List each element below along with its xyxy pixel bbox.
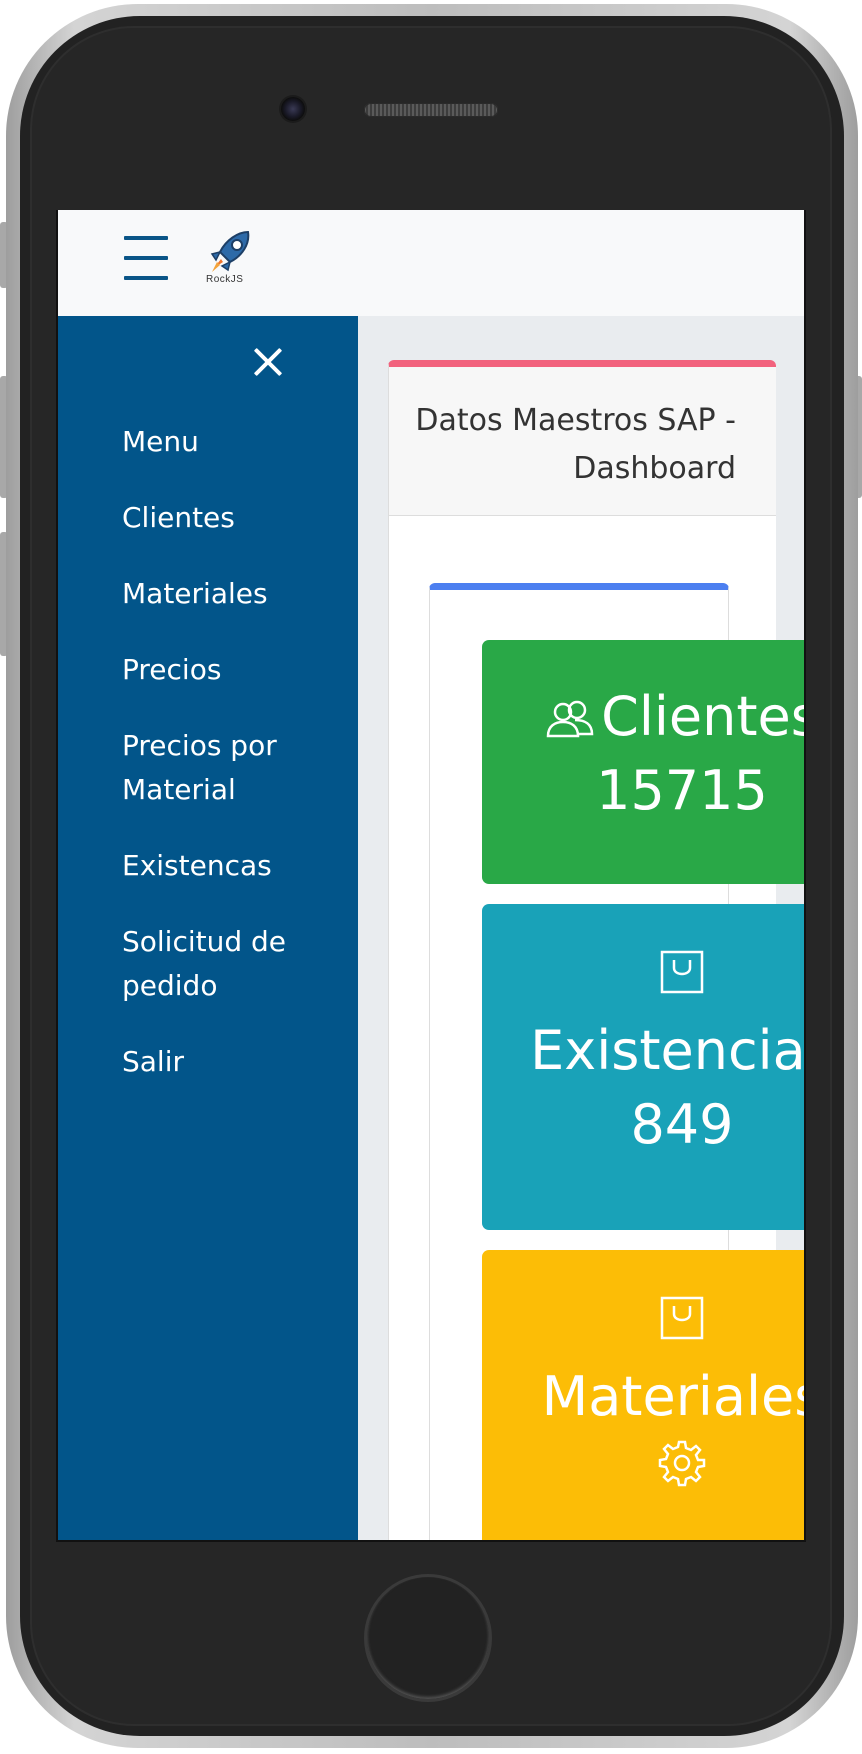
sidebar-item-existencas[interactable]: Existencas: [122, 844, 342, 888]
home-button[interactable]: [364, 1574, 492, 1702]
sidebar-item-materiales[interactable]: Materiales: [122, 572, 342, 616]
gear-icon: [658, 1440, 706, 1487]
logo-text: RockJS: [206, 274, 244, 285]
sidebar-item-precios-por-material[interactable]: Precios por Material: [122, 724, 292, 812]
tile-materiales[interactable]: Materiales: [482, 1250, 806, 1540]
top-navbar: RockJS: [58, 210, 804, 316]
page-title: Datos Maestros SAP - Dashboard: [415, 403, 736, 486]
tile-clientes-label: Clientes: [601, 685, 806, 748]
front-camera: [281, 97, 305, 121]
tile-clientes-header: Clientes: [482, 680, 806, 754]
tile-materiales-label: Materiales: [541, 1365, 806, 1428]
tile-existencias-label: Existencias: [530, 1019, 806, 1082]
sidebar-item-precios[interactable]: Precios: [122, 648, 342, 692]
earpiece-speaker: [364, 103, 498, 117]
tile-existencias-value: 849: [630, 1093, 734, 1156]
sidebar-item-clientes[interactable]: Clientes: [122, 496, 342, 540]
sidebar-item-solicitud-de-pedido[interactable]: Solicitud de pedido: [122, 920, 292, 1008]
app-screen: RockJS Menu Clientes Materiales Precios …: [56, 210, 806, 1542]
tile-clientes[interactable]: Clientes 15715: [482, 640, 806, 884]
tile-clientes-value: 15715: [596, 759, 768, 822]
hamburger-menu-icon[interactable]: [124, 236, 168, 282]
shopping-bag-icon: [660, 1296, 704, 1340]
sidebar-item-salir[interactable]: Salir: [122, 1040, 342, 1084]
tile-existencias[interactable]: Existencias 849: [482, 904, 806, 1230]
close-icon[interactable]: [248, 342, 288, 382]
sidebar-item-menu[interactable]: Menu: [122, 420, 342, 464]
card-header: Datos Maestros SAP - Dashboard: [389, 367, 776, 516]
sidebar: Menu Clientes Materiales Precios Precios…: [58, 316, 358, 1540]
shopping-bag-icon: [660, 950, 704, 994]
sidebar-nav: Menu Clientes Materiales Precios Precios…: [122, 420, 342, 1116]
users-icon: [546, 701, 594, 738]
